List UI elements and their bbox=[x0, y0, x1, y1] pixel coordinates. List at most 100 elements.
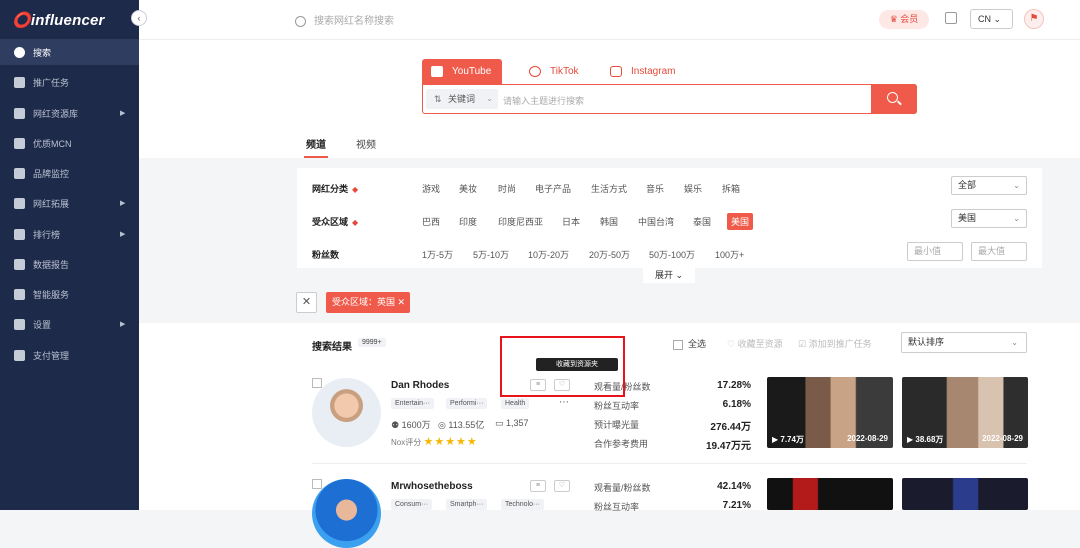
filter-option[interactable]: 5万-10万 bbox=[473, 248, 509, 261]
search-button[interactable] bbox=[871, 83, 917, 114]
sidebar-item-label: 网红资源库 bbox=[33, 108, 79, 119]
highlight-box bbox=[500, 336, 625, 397]
influencer-name[interactable]: Mrwhosetheboss bbox=[391, 481, 473, 492]
expand-filters-button[interactable]: 展开 ⌄ bbox=[643, 267, 695, 283]
clear-filters-button[interactable]: ✕ bbox=[296, 292, 317, 313]
filter-option[interactable]: 美妆 bbox=[459, 182, 477, 195]
filter-label-text: 网红分类 bbox=[312, 184, 349, 194]
chevron-down-icon: ⌄ bbox=[993, 14, 1002, 24]
filter-option[interactable]: 游戏 bbox=[422, 182, 440, 195]
main-content: YouTube TikTok Instagram ⇅ 关键词 ⌄ 请输入主题进行搜索… bbox=[139, 40, 1080, 548]
row-checkbox[interactable] bbox=[312, 378, 322, 388]
sidebar-item-label: 智能服务 bbox=[33, 289, 70, 300]
filter-option[interactable]: 100万+ bbox=[715, 248, 744, 261]
video-thumbnail[interactable] bbox=[902, 478, 1028, 510]
video-meta: ▶ 38.68万 2022-08-29 bbox=[907, 434, 1023, 445]
sidebar-item-rankings[interactable]: 排行榜 ▶ bbox=[0, 221, 139, 247]
sidebar-collapse-button[interactable]: ‹ bbox=[131, 10, 147, 26]
metric-value: 6.18% bbox=[722, 399, 751, 410]
filter-option[interactable]: 拆箱 bbox=[722, 182, 740, 195]
app-logo[interactable]: ⭕influencer bbox=[12, 11, 105, 29]
filter-option[interactable]: 音乐 bbox=[646, 182, 664, 195]
filter-option[interactable]: 电子产品 bbox=[535, 182, 571, 195]
filter-option[interactable]: 日本 bbox=[562, 215, 580, 228]
shield-icon bbox=[14, 167, 25, 179]
filter-option[interactable]: 时尚 bbox=[498, 182, 516, 195]
sidebar-item-label: 推广任务 bbox=[33, 77, 70, 88]
video-thumbnail[interactable]: ▶ 7.74万 2022-08-29 bbox=[767, 377, 893, 448]
sidebar-item-search[interactable]: 搜索 bbox=[0, 39, 139, 65]
sidebar-item-smart-service[interactable]: 智能服务 bbox=[0, 281, 139, 307]
compare-icon[interactable]: ≡ bbox=[530, 480, 546, 492]
search-input[interactable]: 请输入主题进行搜索 bbox=[503, 94, 584, 107]
tab-youtube[interactable]: YouTube bbox=[422, 59, 502, 84]
filter-option-selected[interactable]: 美国 bbox=[727, 213, 754, 230]
filter-option[interactable]: 印度 bbox=[459, 215, 477, 228]
region-dropdown[interactable]: 美国 ⌄ bbox=[951, 209, 1027, 228]
influencer-avatar[interactable] bbox=[312, 378, 381, 447]
tab-video[interactable]: 视频 bbox=[356, 136, 376, 151]
filter-option[interactable]: 泰国 bbox=[693, 215, 711, 228]
sidebar-item-payment[interactable]: 支付管理 bbox=[0, 342, 139, 368]
sidebar-item-influencer-library[interactable]: 网红资源库 ▶ bbox=[0, 100, 139, 126]
swap-icon: ⇅ bbox=[434, 94, 442, 104]
filter-option[interactable]: 韩国 bbox=[600, 215, 618, 228]
metric-label: 合作参考费用 bbox=[594, 439, 649, 449]
search-type-select[interactable]: ⇅ 关键词 ⌄ bbox=[426, 89, 498, 109]
filter-option[interactable]: 生活方式 bbox=[591, 182, 627, 195]
sidebar-item-brand-monitor[interactable]: 品牌监控 bbox=[0, 160, 139, 186]
logo-text: influencer bbox=[30, 12, 105, 29]
sidebar-item-mcn[interactable]: 优质MCN bbox=[0, 130, 139, 156]
filter-option[interactable]: 巴西 bbox=[422, 215, 440, 228]
stat-value: 113.55亿 bbox=[448, 420, 485, 430]
filter-option[interactable]: 娱乐 bbox=[684, 182, 702, 195]
video-thumbnail[interactable] bbox=[767, 478, 893, 510]
category-tag: Entertain··· bbox=[391, 398, 435, 409]
sidebar-item-campaigns[interactable]: 推广任务 bbox=[0, 69, 139, 95]
category-dropdown[interactable]: 全部 ⌄ bbox=[951, 176, 1027, 195]
filter-option[interactable]: 中国台湾 bbox=[638, 215, 674, 228]
tab-tiktok[interactable]: TikTok bbox=[520, 59, 590, 84]
influencer-name[interactable]: Dan Rhodes bbox=[391, 380, 449, 391]
sidebar-item-reports[interactable]: 数据报告 bbox=[0, 251, 139, 277]
sidebar-item-label: 网红拓展 bbox=[33, 198, 70, 209]
influencer-search-bar: ⇅ 关键词 ⌄ 请输入主题进行搜索 bbox=[422, 83, 917, 114]
more-icon[interactable]: ⋯ bbox=[559, 397, 569, 408]
filter-label-text: 受众区域 bbox=[312, 217, 349, 227]
video-thumbnail[interactable]: ▶ 38.68万 2022-08-29 bbox=[902, 377, 1028, 448]
filter-option[interactable]: 1万-5万 bbox=[422, 248, 453, 261]
filter-option[interactable]: 50万-100万 bbox=[649, 248, 695, 261]
vip-button[interactable]: ♛ 会员 bbox=[879, 10, 929, 29]
row-checkbox[interactable] bbox=[312, 479, 322, 489]
active-filter-tag[interactable]: 受众区域：英国 ✕ bbox=[326, 292, 410, 313]
fans-min-input[interactable]: 最小值 bbox=[907, 242, 963, 261]
tab-instagram[interactable]: Instagram bbox=[601, 59, 691, 84]
filter-option[interactable]: 印度尼西亚 bbox=[498, 215, 543, 228]
wallet-icon bbox=[14, 349, 25, 361]
sidebar-item-outreach[interactable]: 网红拓展 ▶ bbox=[0, 190, 139, 216]
heart-icon[interactable]: ♡ bbox=[554, 480, 570, 492]
service-icon bbox=[14, 288, 25, 300]
fans-max-input[interactable]: 最大值 bbox=[971, 242, 1027, 261]
metric-value: 7.21% bbox=[722, 500, 751, 511]
chevron-down-icon: ⌄ bbox=[486, 94, 493, 103]
sidebar-item-label: 优质MCN bbox=[33, 138, 72, 149]
tab-channel[interactable]: 频道 bbox=[304, 136, 328, 158]
batch-favorite-button[interactable]: ♡ 收藏至资源 bbox=[727, 337, 783, 350]
category-tag: Smartph··· bbox=[446, 499, 488, 510]
add-to-campaign-button[interactable]: ☑ 添加到推广任务 bbox=[798, 337, 872, 350]
results-title: 搜索结果 bbox=[312, 342, 352, 353]
user-avatar[interactable]: ⚑ bbox=[1024, 9, 1044, 29]
language-select[interactable]: CN ⌄ bbox=[970, 9, 1013, 29]
logo-mark: ⭕ bbox=[12, 12, 31, 29]
sort-value: 默认排序 bbox=[908, 337, 945, 347]
apps-grid-icon[interactable] bbox=[945, 12, 957, 24]
chevron-right-icon: ▶ bbox=[120, 321, 126, 328]
sort-select[interactable]: 默认排序 ⌄ bbox=[901, 332, 1027, 353]
filter-option[interactable]: 20万-50万 bbox=[589, 248, 630, 261]
select-all-checkbox[interactable]: 全选 bbox=[673, 337, 706, 350]
global-search[interactable]: 搜索网红名称搜索 bbox=[295, 12, 394, 27]
sidebar-item-settings[interactable]: 设置 ▶ bbox=[0, 311, 139, 337]
filter-option[interactable]: 10万-20万 bbox=[528, 248, 569, 261]
influencer-avatar[interactable] bbox=[312, 479, 381, 548]
